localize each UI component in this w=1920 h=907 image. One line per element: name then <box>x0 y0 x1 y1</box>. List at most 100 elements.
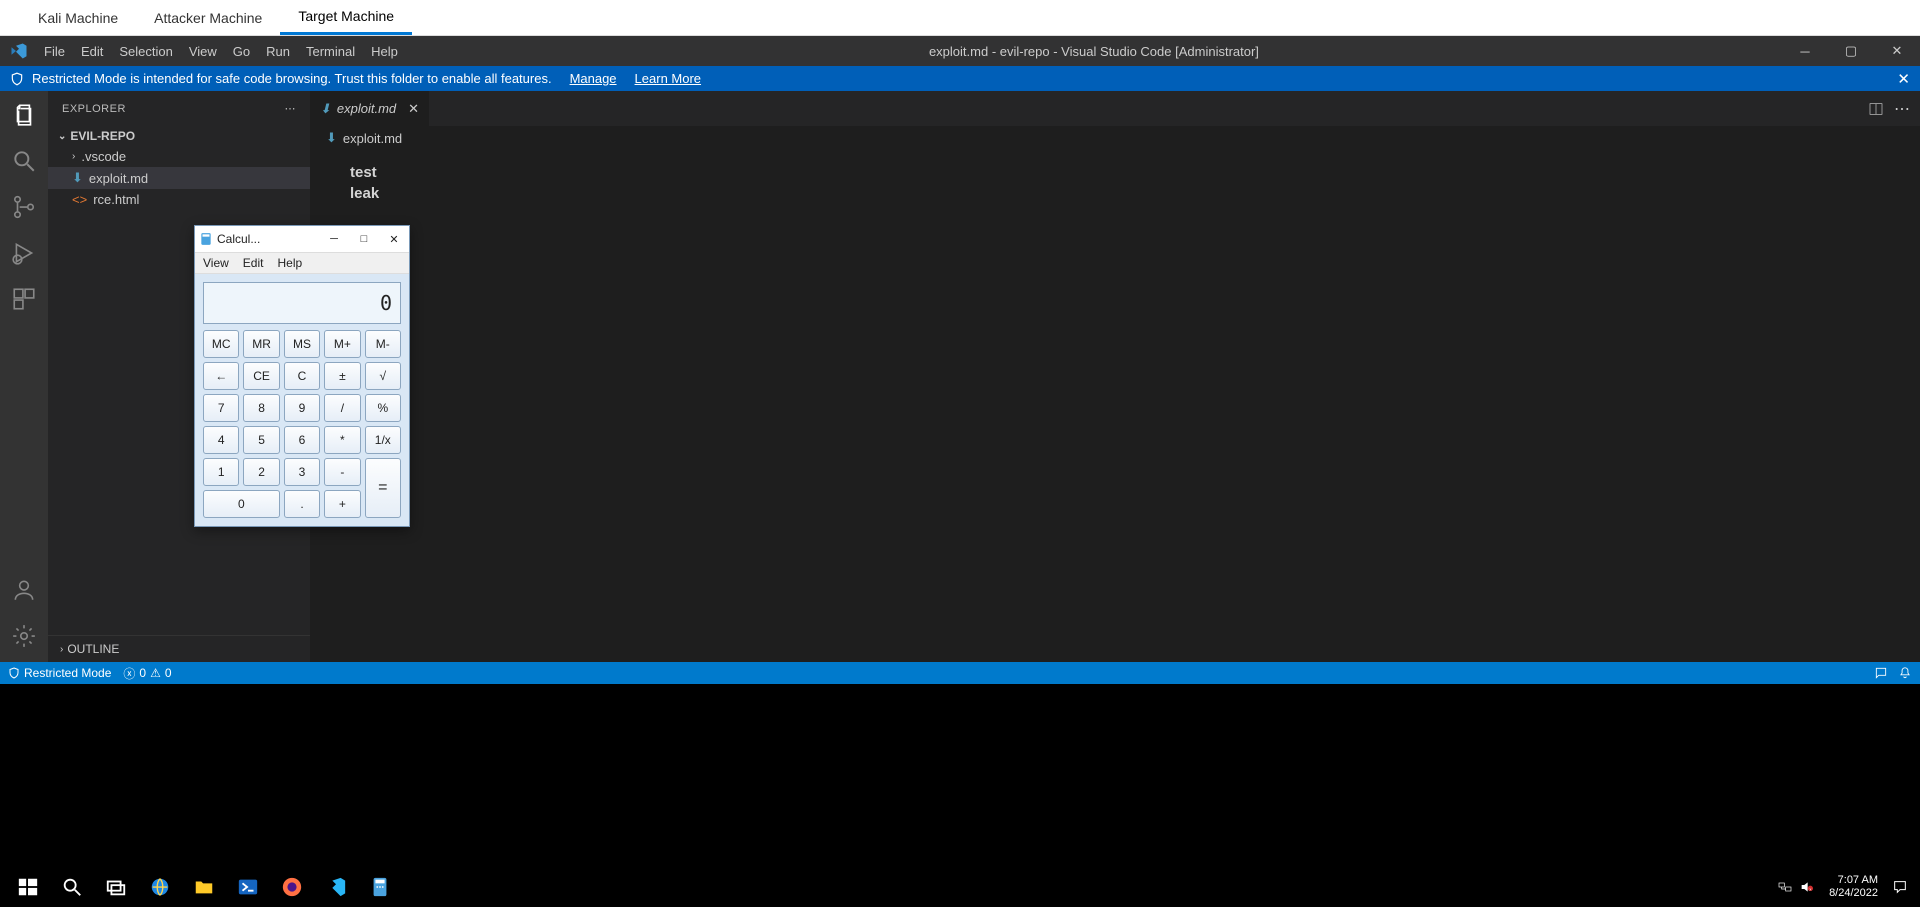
menu-go[interactable]: Go <box>225 44 258 59</box>
tree-item-exploit-md[interactable]: ⬇ exploit.md <box>48 167 310 189</box>
tab-close-icon[interactable]: ✕ <box>408 101 419 117</box>
tree-item-rce-html[interactable]: <> rce.html <box>48 189 310 210</box>
taskbar-time: 7:07 AM <box>1829 874 1878 887</box>
calc-btn-percent[interactable]: % <box>365 394 401 422</box>
taskbar-powershell-icon[interactable] <box>226 867 270 907</box>
calc-btn-reciprocal[interactable]: 1/x <box>365 426 401 454</box>
calc-btn-back[interactable]: ← <box>203 362 239 390</box>
notifications-bell-icon[interactable] <box>1898 666 1912 680</box>
activity-bar <box>0 91 48 662</box>
calc-btn-2[interactable]: 2 <box>243 458 279 486</box>
taskbar-file-explorer-icon[interactable] <box>182 867 226 907</box>
editor-body[interactable]: test leak <box>310 150 1920 662</box>
tray-volume-icon[interactable]: x <box>1799 879 1815 895</box>
calc-btn-mplus[interactable]: M+ <box>324 330 360 358</box>
calc-close-button[interactable]: ✕ <box>379 233 409 246</box>
action-center-icon[interactable] <box>1892 879 1908 895</box>
calc-btn-multiply[interactable]: * <box>324 426 360 454</box>
taskbar-clock[interactable]: 7:07 AM 8/24/2022 <box>1821 874 1886 900</box>
calc-btn-plus[interactable]: + <box>324 490 360 518</box>
calc-btn-minus[interactable]: - <box>324 458 360 486</box>
taskbar-firefox-icon[interactable] <box>270 867 314 907</box>
start-button[interactable] <box>6 867 50 907</box>
status-restricted-mode[interactable]: Restricted Mode <box>8 666 111 680</box>
system-tray: x 7:07 AM 8/24/2022 <box>1777 874 1914 900</box>
lab-tab-target[interactable]: Target Machine <box>280 0 412 35</box>
search-icon[interactable] <box>10 147 38 175</box>
tree-item-label: .vscode <box>81 149 126 164</box>
explorer-icon[interactable] <box>10 101 38 129</box>
source-control-icon[interactable] <box>10 193 38 221</box>
taskbar-search-icon[interactable] <box>50 867 94 907</box>
explorer-more-icon[interactable]: ⋯ <box>285 102 297 115</box>
extensions-icon[interactable] <box>10 285 38 313</box>
calc-btn-5[interactable]: 5 <box>243 426 279 454</box>
calc-btn-sqrt[interactable]: √ <box>365 362 401 390</box>
calc-btn-7[interactable]: 7 <box>203 394 239 422</box>
feedback-icon[interactable] <box>1874 666 1888 680</box>
lab-tab-kali[interactable]: Kali Machine <box>20 0 136 35</box>
explorer-folder-root[interactable]: EVIL-REPO <box>48 126 310 146</box>
markdown-file-icon: ⬇ <box>326 130 337 146</box>
menu-file[interactable]: File <box>36 44 73 59</box>
calc-menu-view[interactable]: View <box>203 256 229 270</box>
minimize-button[interactable]: ─ <box>1782 36 1828 66</box>
editor-line: test <box>350 164 1880 181</box>
calculator-display: 0 <box>203 282 401 324</box>
maximize-button[interactable]: ▢ <box>1828 36 1874 66</box>
calculator-window[interactable]: Calcul... ─ □ ✕ View Edit Help 0 MC MR M… <box>194 225 410 527</box>
menu-selection[interactable]: Selection <box>111 44 180 59</box>
breadcrumb[interactable]: ⬇ exploit.md <box>310 126 1920 150</box>
calc-btn-decimal[interactable]: . <box>284 490 320 518</box>
taskbar-calculator-icon[interactable] <box>358 867 402 907</box>
calc-btn-9[interactable]: 9 <box>284 394 320 422</box>
menu-edit[interactable]: Edit <box>73 44 111 59</box>
error-count: 0 <box>139 666 146 680</box>
tray-network-icon[interactable] <box>1777 879 1793 895</box>
outline-section[interactable]: OUTLINE <box>48 635 310 662</box>
split-editor-icon[interactable] <box>1868 101 1884 117</box>
run-debug-icon[interactable] <box>10 239 38 267</box>
calc-btn-6[interactable]: 6 <box>284 426 320 454</box>
calculator-titlebar[interactable]: Calcul... ─ □ ✕ <box>195 226 409 252</box>
menu-run[interactable]: Run <box>258 44 298 59</box>
warning-icon: ⚠ <box>150 666 161 680</box>
calc-btn-3[interactable]: 3 <box>284 458 320 486</box>
accounts-icon[interactable] <box>10 576 38 604</box>
calc-menu-edit[interactable]: Edit <box>243 256 264 270</box>
calc-btn-c[interactable]: C <box>284 362 320 390</box>
settings-gear-icon[interactable] <box>10 622 38 650</box>
editor-tab-exploit[interactable]: ⬇ exploit.md ✕ <box>310 91 430 126</box>
calc-btn-0[interactable]: 0 <box>203 490 280 518</box>
warning-count: 0 <box>165 666 172 680</box>
calc-btn-equals[interactable]: = <box>365 458 401 518</box>
task-view-icon[interactable] <box>94 867 138 907</box>
editor-more-icon[interactable]: ⋯ <box>1894 99 1910 119</box>
calc-menu-help[interactable]: Help <box>277 256 302 270</box>
calc-btn-mr[interactable]: MR <box>243 330 279 358</box>
calc-btn-mminus[interactable]: M- <box>365 330 401 358</box>
svg-text:x: x <box>1809 886 1811 891</box>
calc-btn-8[interactable]: 8 <box>243 394 279 422</box>
menu-help[interactable]: Help <box>363 44 406 59</box>
taskbar-vscode-icon[interactable] <box>314 867 358 907</box>
calc-btn-mc[interactable]: MC <box>203 330 239 358</box>
calc-btn-divide[interactable]: / <box>324 394 360 422</box>
banner-close-icon[interactable]: ✕ <box>1897 70 1910 88</box>
close-button[interactable]: ✕ <box>1874 36 1920 66</box>
menu-view[interactable]: View <box>181 44 225 59</box>
tree-item-vscode-folder[interactable]: .vscode <box>48 146 310 167</box>
menu-terminal[interactable]: Terminal <box>298 44 363 59</box>
calc-btn-ce[interactable]: CE <box>243 362 279 390</box>
taskbar-ie-icon[interactable] <box>138 867 182 907</box>
calc-btn-1[interactable]: 1 <box>203 458 239 486</box>
banner-learn-more-link[interactable]: Learn More <box>635 71 701 86</box>
status-problems[interactable]: ⓧ0 ⚠0 <box>123 665 171 682</box>
calc-maximize-button[interactable]: □ <box>349 233 379 245</box>
calc-btn-4[interactable]: 4 <box>203 426 239 454</box>
calc-btn-ms[interactable]: MS <box>284 330 320 358</box>
calc-btn-negate[interactable]: ± <box>324 362 360 390</box>
lab-tab-attacker[interactable]: Attacker Machine <box>136 0 280 35</box>
banner-manage-link[interactable]: Manage <box>570 71 617 86</box>
calc-minimize-button[interactable]: ─ <box>319 233 349 245</box>
